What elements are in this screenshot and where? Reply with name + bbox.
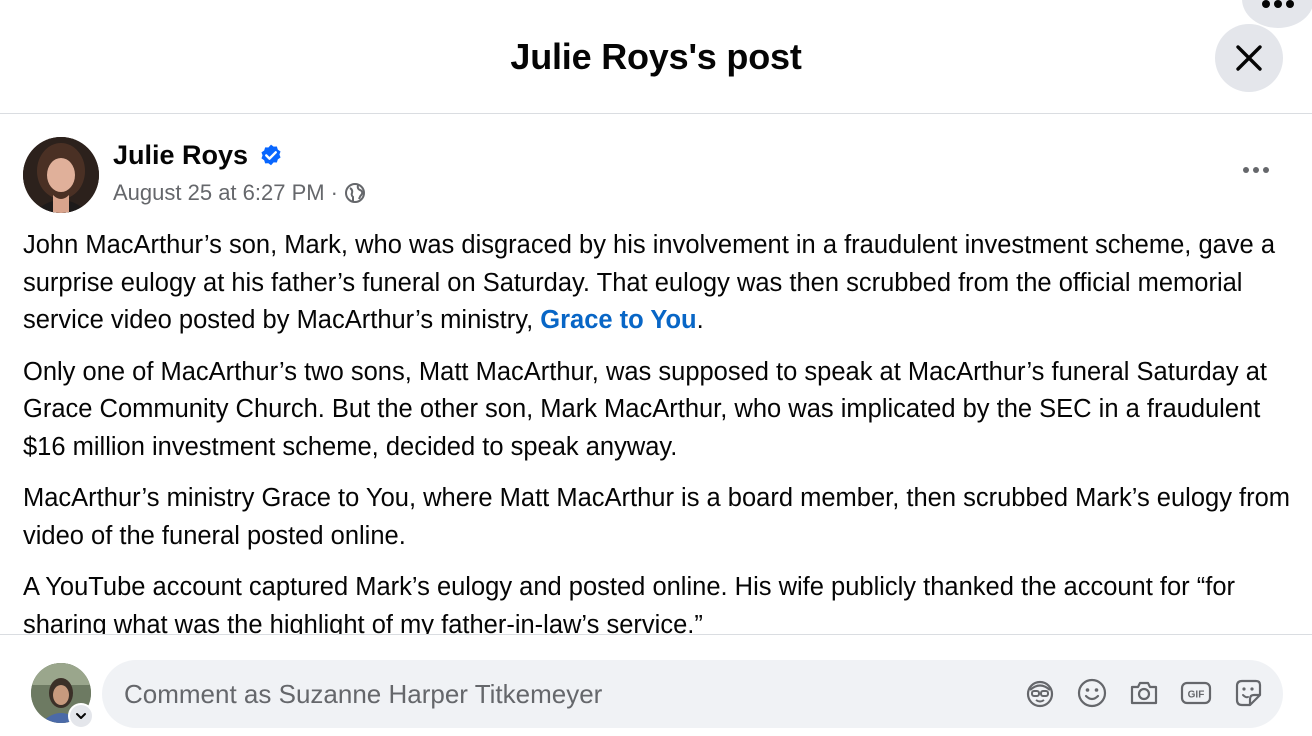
post-timestamp[interactable]: August 25 at 6:27 PM [113,180,325,206]
post-meta: August 25 at 6:27 PM · [113,180,366,206]
paragraph-2: Only one of MacArthur’s two sons, Matt M… [23,357,1267,461]
gif-icon[interactable]: GIF [1179,676,1213,710]
meta-separator: · [330,180,338,205]
comment-placeholder: Comment as Suzanne Harper Titkemeyer [124,679,603,709]
paragraph-4: A YouTube account captured Mark’s eulogy… [23,573,1235,634]
paragraph-1-end: . [696,306,704,334]
post-options-button[interactable] [1236,158,1276,182]
paragraph-1: John MacArthur’s son, Mark, who was disg… [23,227,1293,340]
close-icon [1236,45,1262,71]
dialog-title: Julie Roys's post [510,36,802,77]
author-avatar[interactable] [23,137,99,213]
dialog-header: Julie Roys's post [0,0,1312,114]
comment-input[interactable]: Comment as Suzanne Harper Titkemeyer GIF [102,660,1283,728]
account-switch-button[interactable] [68,703,94,729]
comment-tools: GIF [1023,676,1265,710]
avatar-sticker-icon[interactable] [1023,676,1057,710]
close-button[interactable] [1215,24,1283,92]
post-body: John MacArthur’s son, Mark, who was disg… [23,227,1293,634]
author-row: Julie Roys [113,140,284,171]
chevron-down-icon [76,713,86,719]
paragraph-3: MacArthur’s ministry Grace to You, where… [23,484,1291,550]
verified-badge-icon [261,144,281,165]
post-dialog: Julie Roys's post Julie Roys August 25 a… [0,0,1312,736]
sticker-icon[interactable] [1231,676,1265,710]
more-dots-icon [1262,0,1294,8]
author-name[interactable]: Julie Roys [113,140,248,171]
camera-icon[interactable] [1127,676,1161,710]
comment-bar: Comment as Suzanne Harper Titkemeyer GIF [0,634,1312,736]
grace-to-you-link[interactable]: Grace to You [540,306,696,334]
emoji-icon[interactable] [1075,676,1109,710]
svg-text:GIF: GIF [1188,690,1205,701]
globe-icon [344,183,365,203]
